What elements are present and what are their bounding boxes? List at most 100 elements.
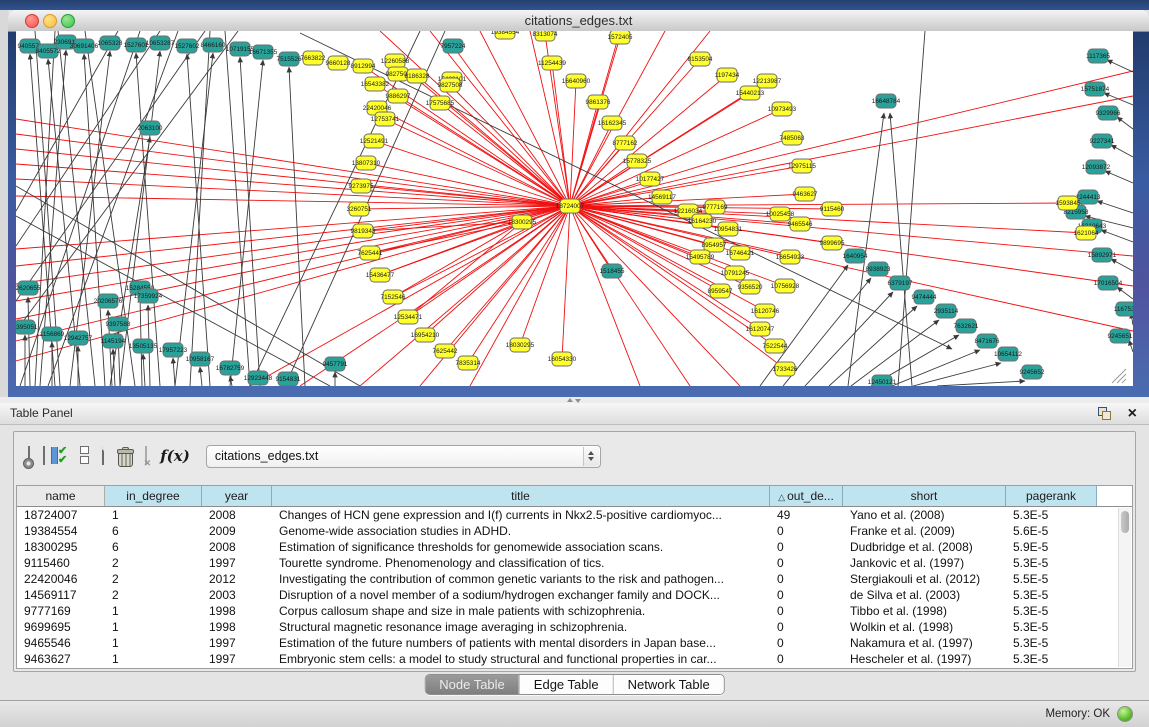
float-panel-icon[interactable] — [1098, 407, 1111, 420]
table-cell[interactable]: Hescheler et al. (1997) — [843, 651, 1006, 667]
table-cell[interactable]: 0 — [770, 603, 843, 619]
table-settings-icon[interactable] — [28, 447, 30, 465]
table-cell[interactable]: Estimation of the future numbers of pati… — [272, 635, 770, 651]
table-cell[interactable]: Tourette syndrome. Phenomenology and cla… — [272, 555, 770, 571]
table-cell[interactable]: 2 — [105, 555, 202, 571]
table-cell[interactable]: 9777169 — [17, 603, 105, 619]
table-cell[interactable]: Stergiakouli et al. (2012) — [843, 571, 1006, 587]
table-cell[interactable]: 5.9E-5 — [1006, 539, 1097, 555]
table-cell[interactable]: 5.3E-5 — [1006, 603, 1097, 619]
table-cell[interactable]: 5.3E-5 — [1006, 507, 1097, 523]
table-row[interactable]: 1872400712008Changes of HCN gene express… — [17, 507, 1132, 523]
table-cell[interactable]: Corpus callosum shape and size in male p… — [272, 603, 770, 619]
table-cell[interactable]: Tibbo et al. (1998) — [843, 603, 1006, 619]
table-cell[interactable]: Wolkin et al. (1998) — [843, 619, 1006, 635]
table-cell[interactable]: 0 — [770, 555, 843, 571]
table-cell[interactable]: 19384554 — [17, 523, 105, 539]
function-builder-icon[interactable]: f(x) — [160, 447, 190, 465]
close-panel-icon[interactable]: × — [1128, 404, 1137, 424]
table-cell[interactable]: 0 — [770, 651, 843, 667]
table-cell[interactable]: 1998 — [202, 619, 272, 635]
table-cell[interactable]: 1 — [105, 635, 202, 651]
column-header-year[interactable]: year — [202, 486, 272, 506]
table-cell[interactable]: 5.3E-5 — [1006, 587, 1097, 603]
table-cell[interactable]: de Silva et al. (2003) — [843, 587, 1006, 603]
table-cell[interactable]: 1 — [105, 603, 202, 619]
table-cell[interactable]: 5.3E-5 — [1006, 555, 1097, 571]
table-row[interactable]: 911546021997Tourette syndrome. Phenomeno… — [17, 555, 1132, 571]
table-cell[interactable]: 9465546 — [17, 635, 105, 651]
tab-edge-table[interactable]: Edge Table — [519, 675, 613, 694]
table-cell[interactable]: 0 — [770, 619, 843, 635]
table-row[interactable]: 946554611997Estimation of the future num… — [17, 635, 1132, 651]
table-cell[interactable]: 18724007 — [17, 507, 105, 523]
table-cell[interactable]: 9699695 — [17, 619, 105, 635]
table-cell[interactable]: 5.3E-5 — [1006, 651, 1097, 667]
table-cell[interactable]: 5.5E-5 — [1006, 571, 1097, 587]
deselect-all-icon[interactable] — [80, 446, 89, 466]
table-cell[interactable]: 1997 — [202, 555, 272, 571]
table-cell[interactable]: 6 — [105, 523, 202, 539]
table-cell[interactable]: 2003 — [202, 587, 272, 603]
table-cell[interactable]: 2008 — [202, 507, 272, 523]
table-row[interactable]: 2242004622012Investigating the contribut… — [17, 571, 1132, 587]
table-row[interactable]: 977716911998Corpus callosum shape and si… — [17, 603, 1132, 619]
table-cell[interactable]: 1997 — [202, 635, 272, 651]
resize-grip-icon[interactable] — [1117, 374, 1126, 383]
vertical-scrollbar[interactable] — [1118, 508, 1131, 667]
table-cell[interactable]: 18300295 — [17, 539, 105, 555]
table-cell[interactable]: 1 — [105, 619, 202, 635]
table-cell[interactable]: 9115460 — [17, 555, 105, 571]
table-cell[interactable]: 2008 — [202, 539, 272, 555]
table-cell[interactable]: Structural magnetic resonance image aver… — [272, 619, 770, 635]
table-cell[interactable]: 14569117 — [17, 587, 105, 603]
table-cell[interactable]: Nakamura et al. (1997) — [843, 635, 1006, 651]
column-header-pagerank[interactable]: pagerank — [1006, 486, 1097, 506]
resize-grip-icon[interactable] — [1122, 379, 1126, 383]
table-cell[interactable]: 6 — [105, 539, 202, 555]
table-cell[interactable]: Changes of HCN gene expression and I(f) … — [272, 507, 770, 523]
scrollbar-thumb[interactable] — [1121, 511, 1129, 533]
table-cell[interactable]: 2012 — [202, 571, 272, 587]
table-cell[interactable]: 5.3E-5 — [1006, 635, 1097, 651]
table-row[interactable]: 1456911722003Disruption of a novel membe… — [17, 587, 1132, 603]
table-cell[interactable]: Genome-wide association studies in ADHD. — [272, 523, 770, 539]
table-cell[interactable]: Jankovic et al. (1997) — [843, 555, 1006, 571]
table-cell[interactable]: 0 — [770, 539, 843, 555]
memory-ok-indicator-icon[interactable] — [1117, 706, 1133, 722]
table-row[interactable]: 1938455462009Genome-wide association stu… — [17, 523, 1132, 539]
table-cell[interactable]: Estimation of significance thresholds fo… — [272, 539, 770, 555]
table-cell[interactable]: 0 — [770, 571, 843, 587]
table-cell[interactable]: 22420046 — [17, 571, 105, 587]
table-cell[interactable]: 0 — [770, 587, 843, 603]
table-cell[interactable]: 2009 — [202, 523, 272, 539]
table-cell[interactable]: Investigating the contribution of common… — [272, 571, 770, 587]
table-cell[interactable]: Dudbridge et al. (2008) — [843, 539, 1006, 555]
column-header-in_degree[interactable]: in_degree — [105, 486, 202, 506]
table-cell[interactable]: Yano et al. (2008) — [843, 507, 1006, 523]
table-cell[interactable]: 1 — [105, 651, 202, 667]
table-cell[interactable]: 2 — [105, 571, 202, 587]
table-cell[interactable]: 1997 — [202, 651, 272, 667]
table-row[interactable]: 969969511998Structural magnetic resonanc… — [17, 619, 1132, 635]
table-row[interactable]: 1830029562008Estimation of significance … — [17, 539, 1132, 555]
tab-node-table[interactable]: Node Table — [425, 675, 519, 694]
table-cell[interactable]: 49 — [770, 507, 843, 523]
select-all-icon[interactable]: ✔✔ — [58, 447, 67, 465]
table-cell[interactable]: 1 — [105, 507, 202, 523]
new-document-icon[interactable] — [102, 447, 104, 465]
table-cell[interactable]: 1998 — [202, 603, 272, 619]
table-cell[interactable]: 0 — [770, 523, 843, 539]
column-header-out_de[interactable]: △out_de... — [770, 486, 843, 506]
table-cell[interactable]: 0 — [770, 635, 843, 651]
network-graph-canvas[interactable]: 9405571840557223069143069140610653281527… — [16, 31, 1133, 386]
column-header-name[interactable]: name — [17, 486, 105, 506]
table-cell[interactable]: Embryonic stem cells: a model to study s… — [272, 651, 770, 667]
table-cell[interactable]: 2 — [105, 587, 202, 603]
table-selector-dropdown[interactable]: citations_edges.txt — [206, 445, 601, 468]
delete-icon[interactable] — [117, 447, 132, 465]
table-row[interactable]: 946362711997Embryonic stem cells: a mode… — [17, 651, 1132, 667]
tab-network-table[interactable]: Network Table — [613, 675, 724, 694]
table-cell[interactable]: Disruption of a novel member of a sodium… — [272, 587, 770, 603]
column-select-icon[interactable] — [43, 447, 45, 465]
